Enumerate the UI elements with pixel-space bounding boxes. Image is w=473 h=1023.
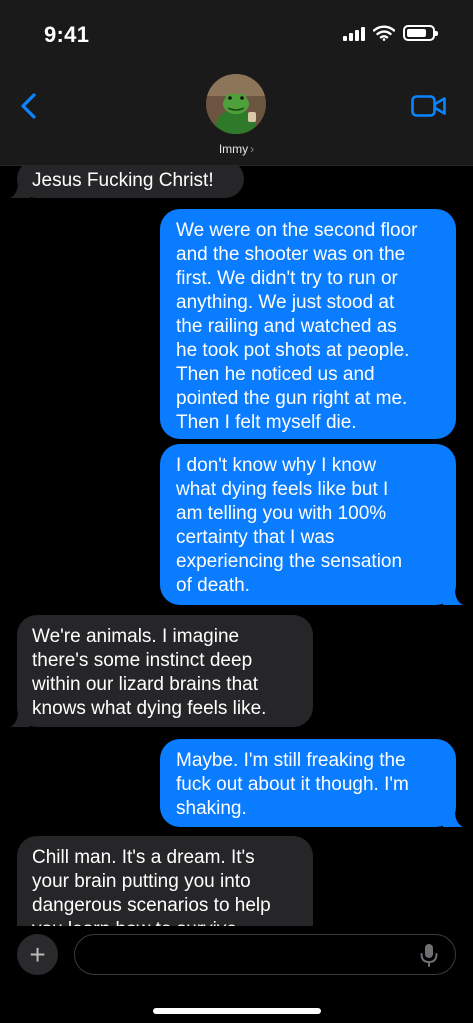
status-icons <box>343 25 438 41</box>
avatar[interactable] <box>206 74 266 134</box>
message-input[interactable] <box>74 934 456 975</box>
contact-name: Immy <box>218 142 249 156</box>
battery-icon <box>403 25 438 41</box>
message-text: Maybe. I'm still freaking the fuck out a… <box>176 750 409 819</box>
message-text: We were on the second floor and the shoo… <box>176 220 418 433</box>
battery-level <box>407 29 427 37</box>
message-text: Jesus Fucking Christ! <box>32 170 214 191</box>
chevron-left-icon[interactable] <box>16 90 44 122</box>
home-indicator[interactable] <box>153 1008 321 1014</box>
message-bubble-outgoing[interactable]: We were on the second floor and the shoo… <box>160 209 456 439</box>
bubble-tail <box>443 807 463 827</box>
bubble-tail <box>10 178 30 198</box>
wifi-icon <box>373 25 395 41</box>
conversation-header: Immy › <box>0 62 473 166</box>
contact-chevron-icon: › <box>250 142 255 156</box>
plus-button[interactable]: + <box>17 934 58 975</box>
cellular-signal-icon <box>343 25 365 41</box>
contact-name-row[interactable]: Immy › <box>0 142 473 156</box>
message-text: Chill man. It's a dream. It's your brain… <box>32 847 271 926</box>
message-bubble-outgoing[interactable]: Maybe. I'm still freaking the fuck out a… <box>160 739 463 827</box>
status-bar: 9:41 <box>0 0 473 62</box>
message-bubble-incoming[interactable]: Chill man. It's a dream. It's your brain… <box>17 836 313 926</box>
bubble-tail <box>443 585 463 605</box>
message-bubble-incoming[interactable]: We're animals. I imagine there's some in… <box>10 615 313 727</box>
message-text: We're animals. I imagine there's some in… <box>32 626 267 719</box>
message-list[interactable]: Jesus Fucking Christ! We were on the sec… <box>0 166 473 926</box>
status-time: 9:41 <box>44 22 90 47</box>
message-bubble-incoming[interactable]: Jesus Fucking Christ! <box>10 166 244 198</box>
message-text: I don't know why I know what dying feels… <box>176 455 403 596</box>
video-camera-icon[interactable] <box>411 94 447 118</box>
frog-avatar-image <box>206 74 266 134</box>
message-bubble-outgoing[interactable]: I don't know why I know what dying feels… <box>160 444 463 605</box>
bubble-tail <box>10 707 30 727</box>
microphone-icon[interactable] <box>418 942 440 968</box>
plus-icon: + <box>29 938 46 970</box>
